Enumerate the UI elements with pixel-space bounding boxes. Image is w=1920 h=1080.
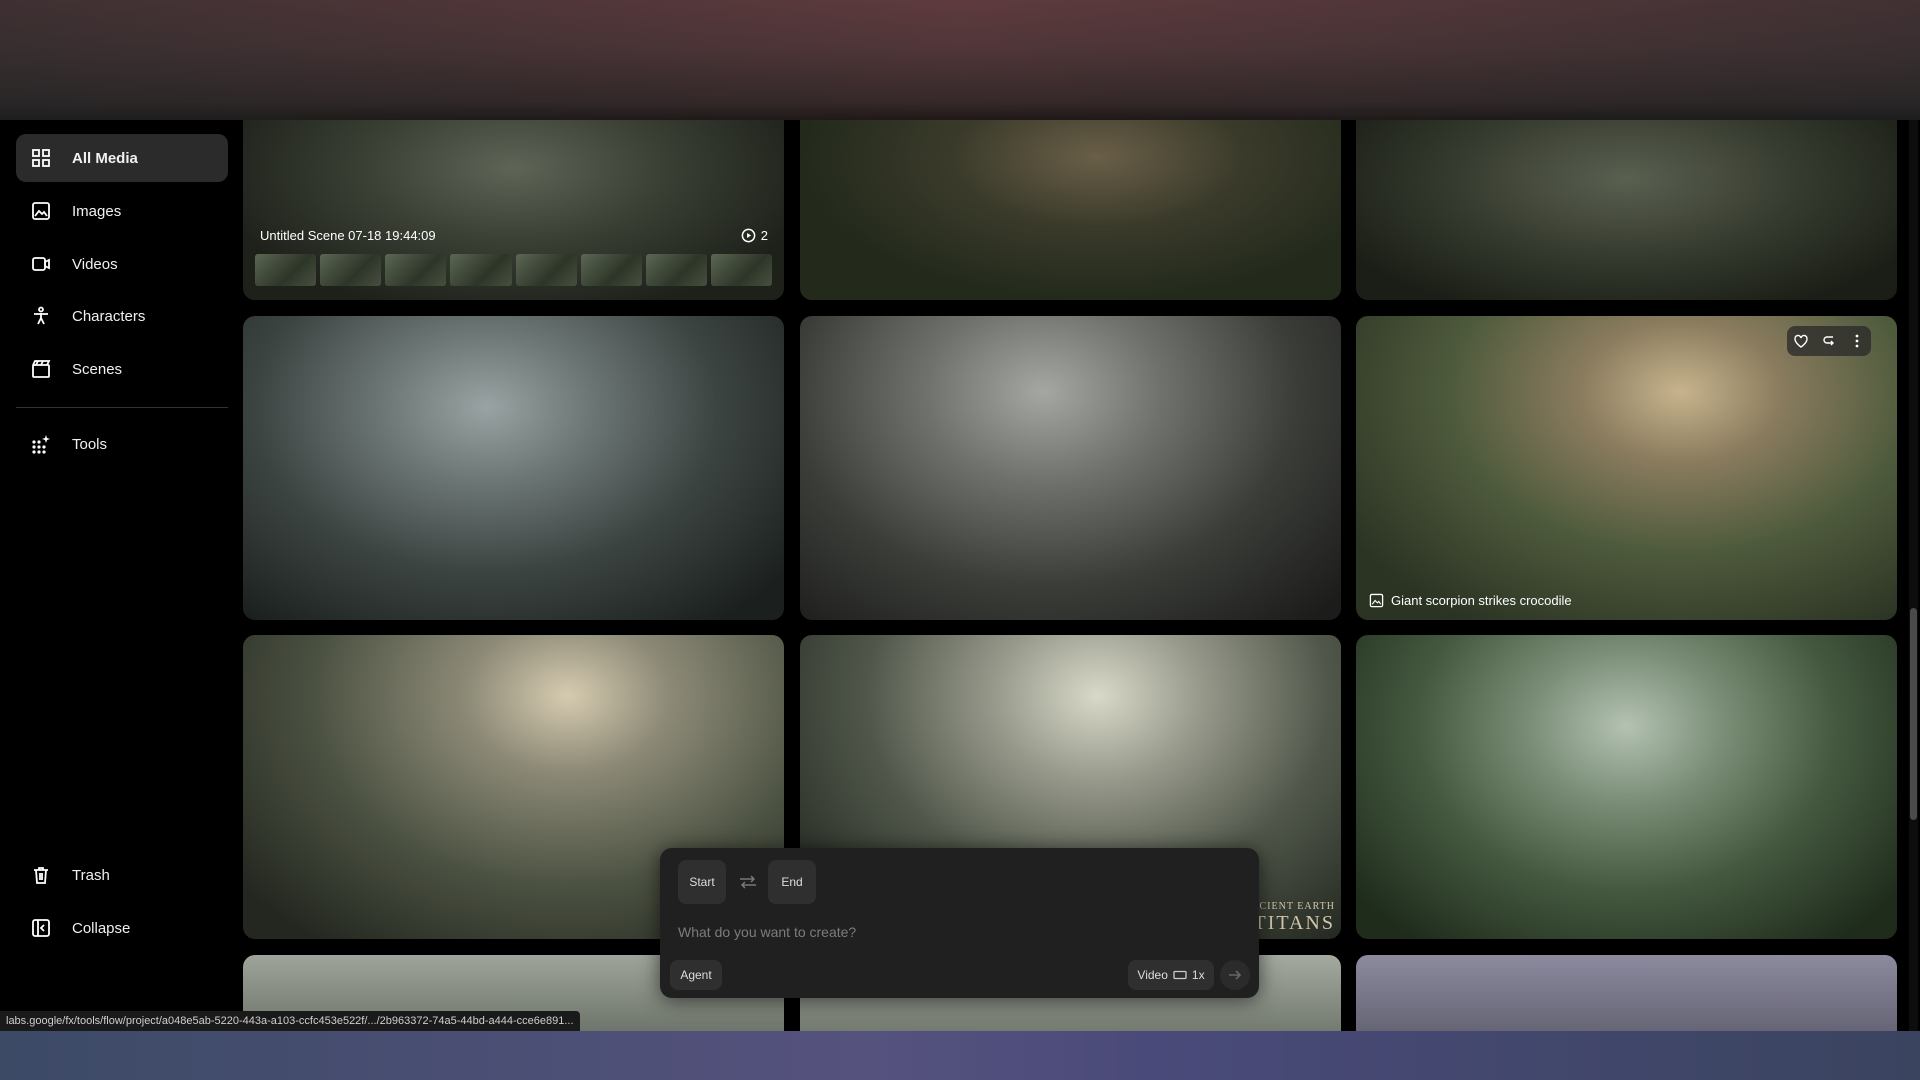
agent-button[interactable]: Agent — [670, 960, 722, 990]
image-icon — [1369, 593, 1384, 608]
sidebar-item-trash[interactable]: Trash — [16, 851, 228, 899]
scene-thumbnail-strip — [255, 254, 772, 286]
output-mode-selector[interactable]: Video 1x — [1128, 960, 1214, 990]
send-button[interactable] — [1220, 960, 1250, 990]
sidebar-item-label: Videos — [72, 255, 118, 273]
sidebar-item-label: Characters — [72, 307, 146, 325]
swap-icon[interactable] — [738, 873, 758, 896]
scorpion-on-log-image — [800, 120, 1341, 300]
play-circle-icon — [741, 228, 756, 243]
scene-title: Untitled Scene 07-18 19:44:09 — [260, 228, 436, 243]
collapse-icon — [30, 917, 52, 939]
prompt-input[interactable]: What do you want to create? — [678, 924, 856, 940]
scorpion-strikes-crocodile-image — [1356, 316, 1897, 620]
sidebar-item-label: Scenes — [72, 360, 123, 378]
media-tile[interactable] — [800, 316, 1341, 620]
forest-image — [1356, 955, 1897, 1032]
crocodile-scorpion-mud-image — [800, 316, 1341, 620]
heart-icon[interactable] — [1793, 333, 1809, 349]
scene-clip-count: 2 — [741, 228, 768, 243]
media-tile-hovered[interactable]: Giant scorpion strikes crocodile — [1356, 316, 1897, 620]
media-tile[interactable] — [1356, 635, 1897, 939]
trash-icon — [30, 864, 52, 886]
media-tile[interactable] — [1356, 120, 1897, 300]
reuse-prompt-icon[interactable] — [1821, 333, 1837, 349]
sparkle-grid-icon — [30, 433, 52, 455]
top-blurred-header — [0, 0, 1920, 120]
sidebar-item-tools[interactable]: Tools — [16, 420, 228, 468]
sidebar-item-scenes[interactable]: Scenes — [16, 345, 228, 393]
aspect-ratio-icon — [1173, 970, 1187, 980]
scrollbar-track — [1909, 120, 1918, 1032]
sidebar-item-label: Collapse — [72, 919, 131, 937]
bottom-blurred-band — [0, 1031, 1920, 1080]
sidebar-item-label: Trash — [72, 866, 110, 884]
dragonfly-forest-image — [1356, 635, 1897, 939]
person-icon — [30, 305, 52, 327]
status-bar-url: labs.google/fx/tools/flow/project/a048e5… — [0, 1011, 580, 1031]
crocodile-resting-image — [1356, 120, 1897, 300]
sidebar: All Media Images Videos Characters Scene… — [0, 120, 240, 1032]
media-tile[interactable] — [800, 120, 1341, 300]
sidebar-item-all-media[interactable]: All Media — [16, 134, 228, 182]
more-options-icon[interactable] — [1849, 333, 1865, 349]
sidebar-item-label: Tools — [72, 435, 108, 453]
sidebar-item-characters[interactable]: Characters — [16, 292, 228, 340]
sidebar-item-videos[interactable]: Videos — [16, 240, 228, 288]
clapperboard-icon — [30, 358, 52, 380]
tile-caption: Giant scorpion strikes crocodile — [1369, 593, 1572, 608]
media-tile[interactable] — [1356, 955, 1897, 1032]
scrollbar-thumb[interactable] — [1910, 608, 1917, 820]
sidebar-item-collapse[interactable]: Collapse — [16, 904, 228, 952]
prompt-composer: Start End What do you want to create? Ag… — [660, 848, 1259, 998]
start-frame-button[interactable]: Start — [678, 860, 726, 904]
sidebar-item-label: Images — [72, 202, 122, 220]
grid-icon — [30, 147, 52, 169]
tile-actions — [1787, 326, 1871, 356]
image-icon — [30, 200, 52, 222]
media-tile[interactable] — [243, 316, 784, 620]
arrow-right-icon — [1229, 970, 1242, 980]
video-icon — [30, 253, 52, 275]
scene-card[interactable]: Untitled Scene 07-18 19:44:09 2 — [243, 120, 784, 300]
scorpion-atop-crocodile-image — [243, 316, 784, 620]
sidebar-divider — [16, 407, 228, 408]
end-frame-button[interactable]: End — [768, 860, 816, 904]
sidebar-item-label: All Media — [72, 149, 138, 167]
sidebar-item-images[interactable]: Images — [16, 187, 228, 235]
